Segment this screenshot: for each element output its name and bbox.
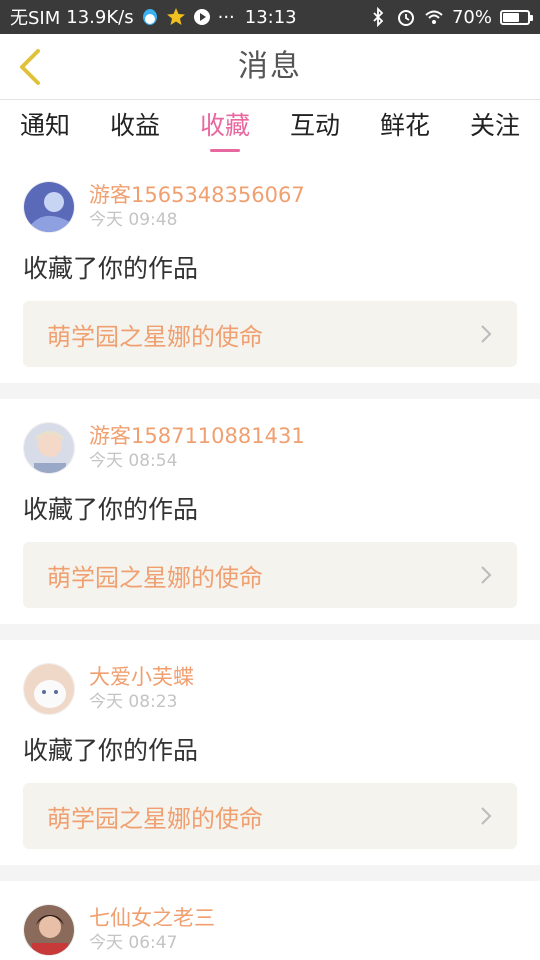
work-link[interactable]: 萌学园之星娜的使命	[23, 542, 517, 608]
timestamp: 今天 08:23	[89, 692, 178, 712]
avatar-image	[24, 905, 74, 955]
header: 消息	[0, 34, 540, 100]
status-bar: 无SIM 13.9K/s ··· 13:13 70%	[0, 0, 540, 34]
action-text: 收藏了你的作品	[23, 254, 199, 283]
alarm-icon	[397, 10, 414, 26]
timestamp: 今天 08:54	[89, 451, 178, 471]
page-title: 消息	[238, 49, 302, 84]
tab-follow[interactable]: 关注	[450, 100, 540, 158]
tab-interaction[interactable]: 互动	[270, 100, 360, 158]
username[interactable]: 七仙女之老三	[89, 905, 215, 931]
message-card: 游客1587110881431 今天 08:54 收藏了你的作品 萌学园之星娜的…	[0, 399, 540, 624]
more-dots-icon: ···	[217, 6, 235, 28]
work-title: 萌学园之星娜的使命	[47, 804, 263, 833]
username[interactable]: 游客1587110881431	[89, 423, 305, 449]
message-header: 游客1565348356067 今天 09:48	[23, 180, 517, 234]
battery-percent: 70%	[451, 6, 492, 28]
timestamp: 今天 09:48	[89, 210, 178, 230]
username[interactable]: 游客1565348356067	[89, 182, 305, 208]
avatar-image	[24, 182, 74, 232]
username[interactable]: 大爱小芙蝶	[89, 664, 194, 690]
avatar-image	[24, 423, 74, 473]
work-link[interactable]: 萌学园之星娜的使命	[23, 783, 517, 849]
message-card: 游客1565348356067 今天 09:48 收藏了你的作品 萌学园之星娜的…	[0, 158, 540, 383]
message-header: 大爱小芙蝶 今天 08:23	[23, 662, 517, 716]
battery-fill	[503, 12, 520, 22]
tab-bar: 通知 收益 收藏 互动 鲜花 关注	[0, 100, 540, 158]
message-header: 七仙女之老三 今天 06:47	[23, 903, 517, 957]
message-header: 游客1587110881431 今天 08:54	[23, 421, 517, 475]
wifi-icon	[425, 10, 443, 24]
chevron-right-icon	[481, 566, 492, 584]
action-text: 收藏了你的作品	[23, 736, 199, 765]
avatar-image	[24, 664, 74, 714]
battery-icon	[500, 9, 533, 25]
tab-flowers[interactable]: 鲜花	[360, 100, 450, 158]
avatar[interactable]	[23, 904, 75, 956]
timestamp: 今天 06:47	[89, 933, 178, 953]
tab-notifications[interactable]: 通知	[0, 100, 90, 158]
work-title: 萌学园之星娜的使命	[47, 322, 263, 351]
chevron-right-icon	[481, 807, 492, 825]
carrier-label: 无SIM	[10, 8, 61, 29]
action-text: 收藏了你的作品	[23, 495, 199, 524]
work-link[interactable]: 萌学园之星娜的使命	[23, 301, 517, 367]
avatar[interactable]	[23, 422, 75, 474]
tab-earnings[interactable]: 收益	[90, 100, 180, 158]
chevron-right-icon	[481, 325, 492, 343]
work-title: 萌学园之星娜的使命	[47, 563, 263, 592]
star-app-icon	[166, 8, 185, 25]
tab-favorites[interactable]: 收藏	[180, 100, 270, 158]
avatar[interactable]	[23, 663, 75, 715]
message-list: 游客1565348356067 今天 09:48 收藏了你的作品 萌学园之星娜的…	[0, 158, 540, 960]
qq-icon	[142, 9, 157, 25]
message-card: 七仙女之老三 今天 06:47	[0, 881, 540, 960]
message-card: 大爱小芙蝶 今天 08:23 收藏了你的作品 萌学园之星娜的使命	[0, 640, 540, 865]
bluetooth-icon	[373, 7, 384, 27]
network-speed: 13.9K/s	[66, 6, 134, 28]
media-icon	[193, 9, 210, 25]
avatar[interactable]	[23, 181, 75, 233]
clock: 13:13	[244, 6, 297, 28]
